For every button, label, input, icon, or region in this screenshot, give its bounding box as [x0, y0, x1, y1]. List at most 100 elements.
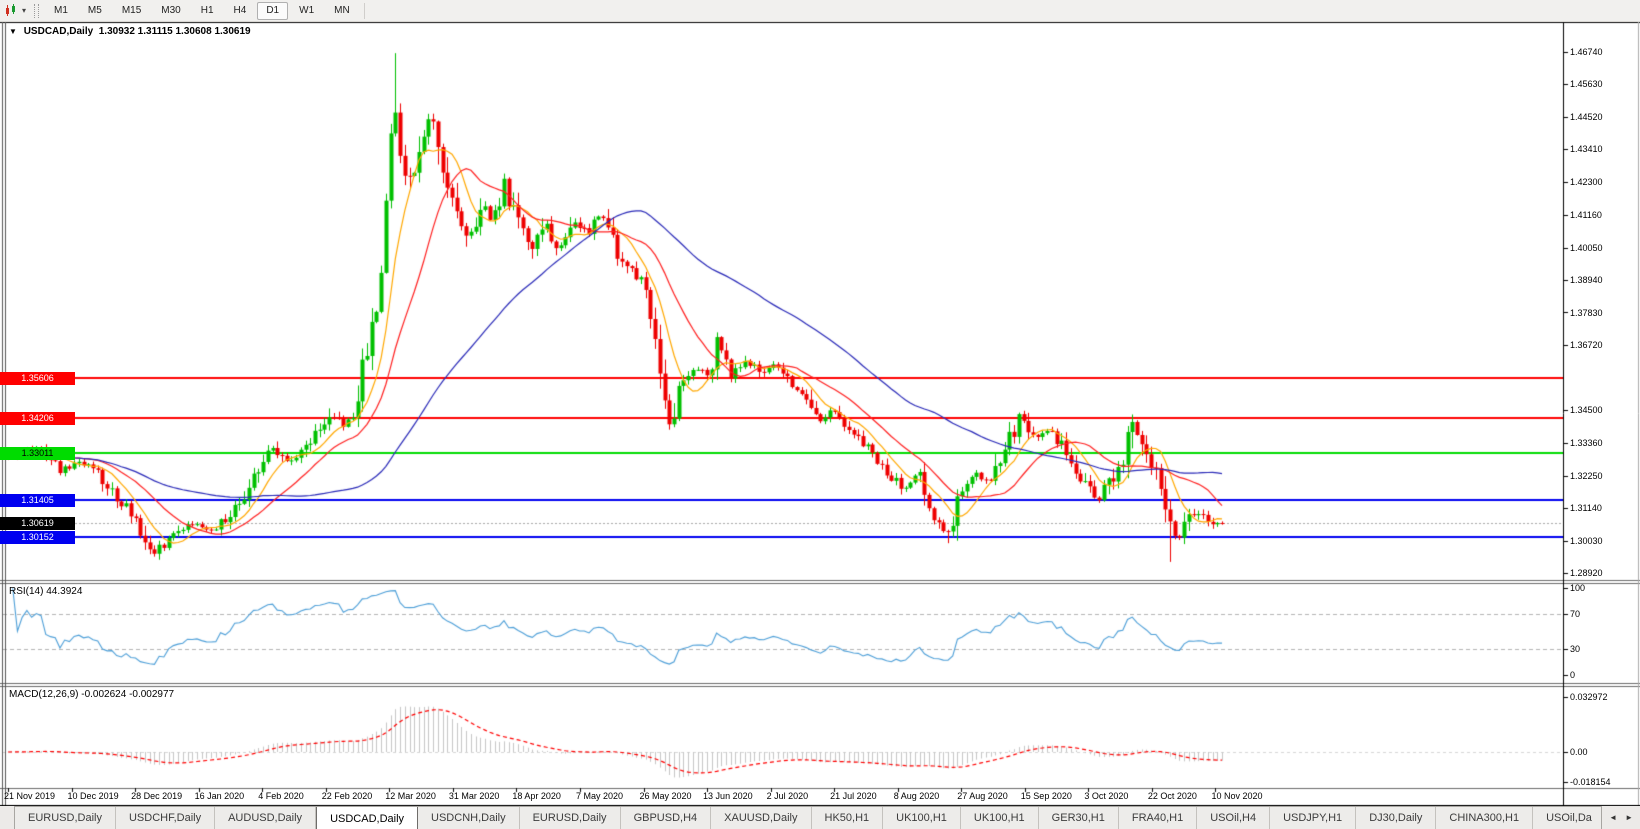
chart-title: ▼ USDCAD,Daily 1.30932 1.31115 1.30608 1…	[9, 26, 251, 37]
candlestick-chart-icon	[6, 4, 15, 16]
price-axis-tick: 1.42300	[1570, 176, 1603, 187]
date-axis-label: 21 Jul 2020	[830, 791, 877, 801]
level-price-badge: 1.34206	[0, 412, 75, 425]
quote-low: 1.30608	[175, 26, 212, 37]
price-axis-tick: 1.28920	[1570, 568, 1603, 578]
chart-tab-hk50-h1[interactable]: HK50,H1	[812, 807, 884, 829]
date-axis-label: 26 May 2020	[639, 791, 692, 801]
rsi-value: 44.3924	[46, 586, 83, 597]
rsi-axis-tick: 30	[1570, 643, 1581, 654]
chart-tab-uk100-h1[interactable]: UK100,H1	[883, 807, 961, 829]
macd-name: MACD(12,26,9)	[9, 689, 79, 700]
date-axis-label: 27 Aug 2020	[957, 791, 1008, 801]
date-axis-label: 15 Sep 2020	[1020, 791, 1072, 801]
timeframe-button-m15[interactable]: M15	[113, 2, 150, 20]
price-axis-tick: 1.37830	[1570, 307, 1603, 318]
tab-scroll-arrows: ◄ ►	[1602, 806, 1640, 829]
level-price-badge: 1.31405	[0, 494, 75, 507]
chart-tab-china300-h1[interactable]: CHINA300,H1	[1436, 807, 1534, 829]
chart-tab-xauusd-daily[interactable]: XAUUSD,Daily	[711, 807, 812, 829]
timeframe-toolbar: ▾ M1 M5 M15 M30 H1 H4 D1 W1 MN	[0, 0, 1640, 22]
toolbar-grip[interactable]	[34, 3, 40, 18]
chart-tab-usoil-h4[interactable]: USOil,H4	[1197, 807, 1271, 829]
macd-label: MACD(12,26,9) -0.002624 -0.002977	[9, 689, 174, 700]
price-axis-tick: 1.44520	[1570, 111, 1603, 122]
chart-tab-usdcad-daily[interactable]: USDCAD,Daily	[316, 807, 419, 829]
chart-tab-usdjpy-h1[interactable]: USDJPY,H1	[1270, 807, 1357, 829]
dropdown-caret-icon: ▾	[22, 5, 27, 15]
rsi-axis-tick: 70	[1570, 609, 1581, 620]
timeframe-button-m30[interactable]: M30	[152, 2, 189, 20]
date-axis-label: 16 Jan 2020	[194, 791, 245, 801]
chart-tab-usdchf-daily[interactable]: USDCHF,Daily	[116, 807, 216, 829]
chart-tab-usoil-da[interactable]: USOil,Da	[1533, 807, 1601, 829]
macd-axis-tick: -0.018154	[1570, 777, 1611, 788]
price-axis-tick: 1.41160	[1570, 210, 1602, 221]
chart-tab-eurusd-daily[interactable]: EURUSD,Daily	[15, 807, 116, 829]
macd-values: -0.002624 -0.002977	[81, 689, 175, 700]
chart-tab-ger30-h1[interactable]: GER30,H1	[1039, 807, 1119, 829]
tab-scroll-left-icon[interactable]: ◄	[1606, 811, 1620, 824]
date-axis-label: 13 Jun 2020	[703, 791, 753, 801]
tab-scroll-right-icon[interactable]: ►	[1622, 811, 1636, 824]
timeframe-button-w1[interactable]: W1	[290, 2, 323, 20]
timeframe-buttons: M1 M5 M15 M30 H1 H4 D1 W1 MN	[44, 1, 360, 20]
chart-tab-uk100-h1[interactable]: UK100,H1	[961, 807, 1039, 829]
timeframe-button-mn[interactable]: MN	[325, 2, 359, 20]
level-price-badge: 1.30152	[0, 531, 75, 544]
rsi-name: RSI(14)	[9, 586, 44, 597]
chart-tab-audusd-daily[interactable]: AUDUSD,Daily	[215, 807, 317, 829]
price-axis-tick: 1.30030	[1570, 535, 1603, 546]
date-axis-label: 3 Oct 2020	[1084, 791, 1129, 801]
date-axis-label: 10 Nov 2020	[1211, 791, 1263, 801]
date-axis-label: 22 Oct 2020	[1147, 791, 1197, 801]
date-axis-label: 22 Feb 2020	[321, 791, 373, 801]
price-axis-tick: 1.43410	[1570, 144, 1603, 155]
chart-periods-icon[interactable]: ▾	[1, 3, 30, 18]
level-price-badge: 1.35606	[0, 372, 75, 385]
price-axis-tick: 1.34500	[1570, 404, 1603, 415]
tab-container: EURUSD,Daily USDCHF,Daily AUDUSD,Daily USDC…	[14, 806, 1603, 829]
quote-open: 1.30932	[98, 26, 135, 37]
price-axis-tick: 1.45630	[1570, 79, 1603, 90]
rsi-label: RSI(14) 44.3924	[9, 586, 82, 597]
chart-tab-gbpusd-h4[interactable]: GBPUSD,H4	[621, 807, 712, 829]
price-axis-tick: 1.46740	[1570, 47, 1603, 57]
level-price-badge: 1.33011	[0, 447, 75, 460]
timeframe-button-h1[interactable]: H1	[192, 2, 223, 20]
timeframe-button-m5[interactable]: M5	[79, 2, 111, 20]
macd-axis-tick: 0.00	[1570, 747, 1588, 757]
date-axis-label: 28 Dec 2019	[131, 791, 183, 801]
current-price-badge: 1.30619	[0, 517, 75, 530]
date-axis-label: 12 Mar 2020	[385, 791, 436, 801]
symbol-period-label: USDCAD,Daily	[23, 26, 94, 37]
date-axis-label: 21 Nov 2019	[4, 791, 56, 801]
date-axis-label: 31 Mar 2020	[448, 791, 500, 801]
price-axis-tick: 1.32250	[1570, 470, 1603, 481]
macd-axis-tick: 0.032972	[1570, 692, 1608, 703]
collapse-triangle-icon[interactable]: ▼	[9, 27, 17, 36]
quote-close: 1.30619	[214, 26, 251, 37]
timeframe-button-m1[interactable]: M1	[45, 2, 77, 20]
price-axis-tick: 1.40050	[1570, 242, 1603, 253]
timeframe-button-d1[interactable]: D1	[257, 1, 289, 20]
price-axis-tick: 1.38940	[1570, 275, 1603, 286]
chart-tab-dj30-daily[interactable]: DJ30,Daily	[1356, 807, 1437, 829]
chart-tab-bar: EURUSD,Daily USDCHF,Daily AUDUSD,Daily USDC…	[0, 806, 1640, 829]
rsi-axis-tick: 0	[1570, 670, 1576, 680]
toolbar-separator	[363, 2, 365, 19]
chart-tab-eurusd-daily[interactable]: EURUSD,Daily	[520, 807, 621, 829]
timeframe-button-h4[interactable]: H4	[225, 2, 256, 20]
date-axis-label: 18 Apr 2020	[512, 791, 561, 801]
date-axis-label: 7 May 2020	[575, 791, 623, 801]
chart-canvas[interactable]	[0, 0, 1640, 829]
rsi-axis-tick: 100	[1570, 583, 1586, 593]
date-axis-label: 2 Jul 2020	[766, 791, 809, 801]
chart-tab-usdcnh-daily[interactable]: USDCNH,Daily	[418, 807, 520, 829]
quote-high: 1.31115	[137, 26, 173, 37]
price-axis-tick: 1.31140	[1570, 503, 1602, 514]
date-axis-label: 8 Aug 2020	[893, 791, 940, 801]
date-axis-label: 4 Feb 2020	[258, 791, 304, 801]
chart-tab-fra40-h1[interactable]: FRA40,H1	[1119, 807, 1198, 829]
price-axis-tick: 1.36720	[1570, 339, 1603, 350]
